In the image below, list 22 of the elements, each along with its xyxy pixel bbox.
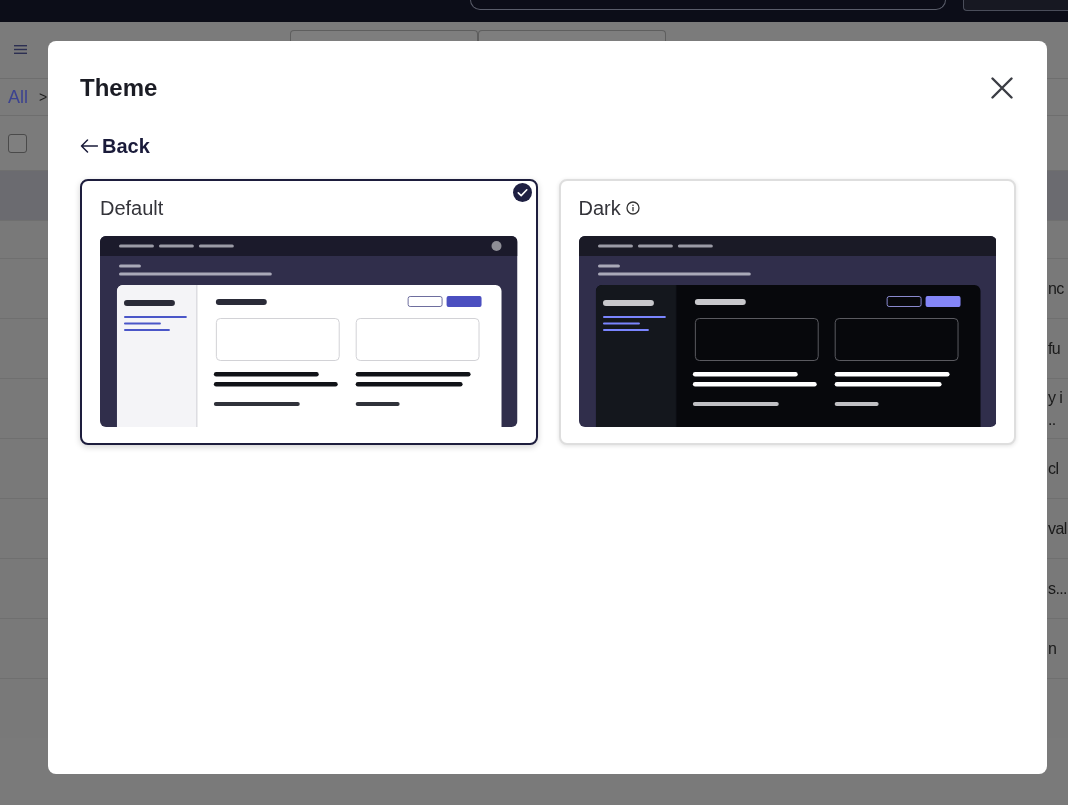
- check-icon: [512, 183, 532, 202]
- theme-card[interactable]: Dark: [558, 179, 1016, 445]
- input-field[interactable]: [290, 30, 478, 42]
- row-text: n: [1048, 638, 1057, 659]
- row-text: val: [1048, 518, 1067, 539]
- dialog-title: Theme: [80, 73, 158, 103]
- arrow-left-icon: [80, 139, 98, 153]
- row-text: y i: [1048, 387, 1063, 408]
- close-icon: [991, 77, 1013, 99]
- checkbox[interactable]: [8, 133, 27, 153]
- back-button[interactable]: Back: [80, 133, 150, 159]
- menu-icon[interactable]: [14, 45, 27, 54]
- row-text: s...: [1048, 578, 1067, 599]
- row-text: nc: [1048, 278, 1064, 299]
- row-text: cl: [1048, 458, 1059, 479]
- breadcrumb-separator: >: [39, 89, 48, 105]
- theme-card[interactable]: Default: [80, 179, 538, 445]
- row-text: fu: [1048, 338, 1061, 359]
- input-field[interactable]: [478, 30, 666, 42]
- top-bar-button[interactable]: [963, 0, 1068, 11]
- close-button[interactable]: [991, 77, 1013, 99]
- row-text: ..: [1048, 409, 1056, 430]
